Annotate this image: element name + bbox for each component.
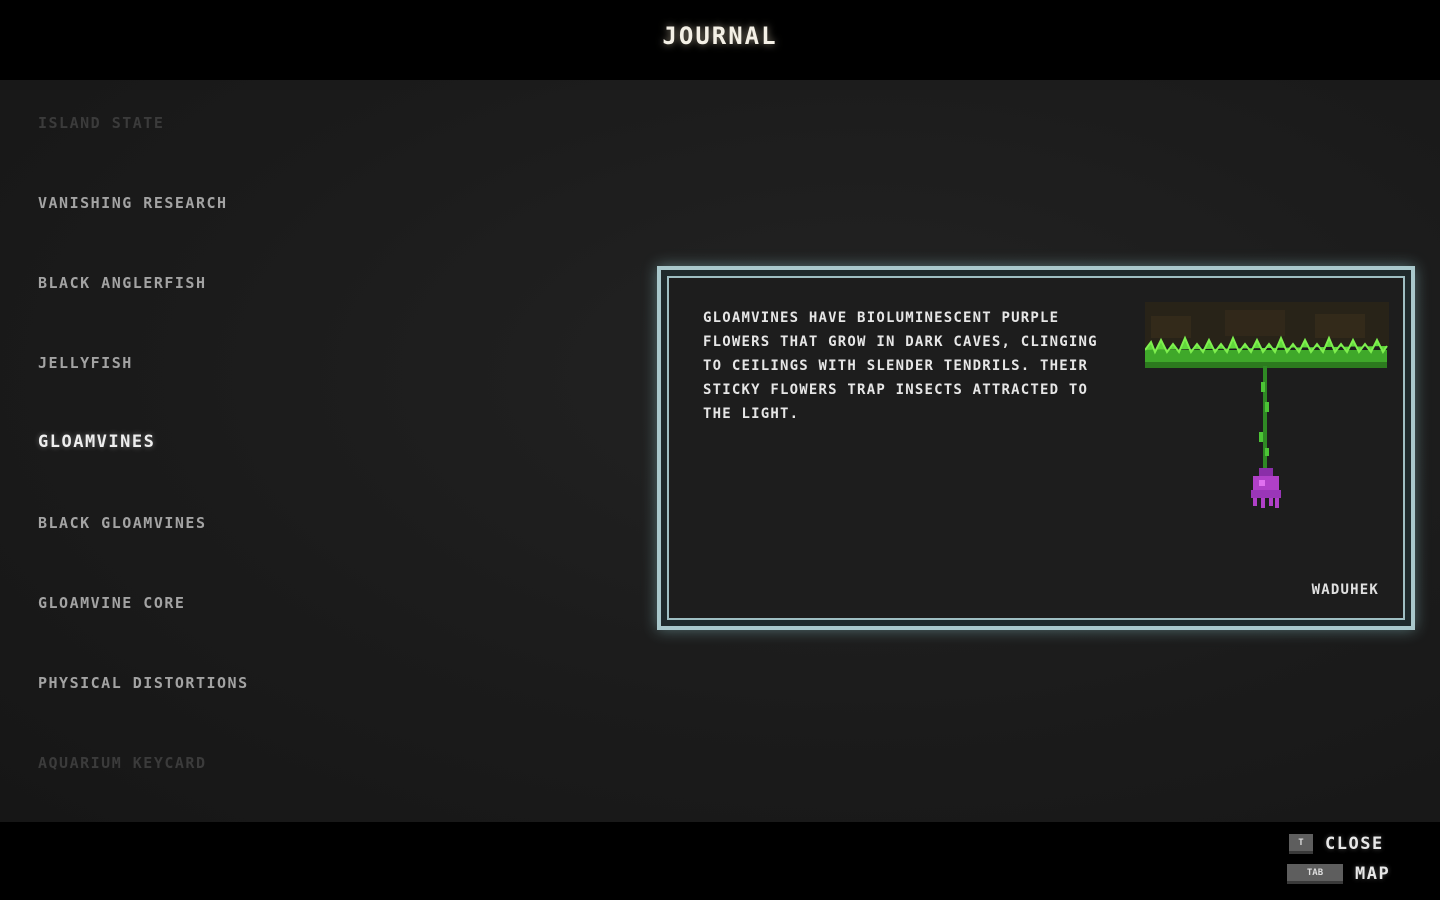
close-label: CLOSE xyxy=(1325,834,1384,854)
footer-bar xyxy=(0,822,1440,900)
close-hint[interactable]: T CLOSE xyxy=(1289,834,1384,854)
header-bar: JOURNAL xyxy=(0,0,1440,80)
nav-item-gloamvine-core[interactable]: GLOAMVINE CORE xyxy=(38,594,185,612)
nav-item-vanishing-research[interactable]: VANISHING RESEARCH xyxy=(38,194,228,212)
page-title: JOURNAL xyxy=(662,22,778,50)
nav-item-physical-distortions[interactable]: PHYSICAL DISTORTIONS xyxy=(38,674,249,692)
nav-item-gloamvines[interactable]: GLOAMVINES xyxy=(38,432,155,452)
entry-description: GLOAMVINES HAVE BIOLUMINESCENT PURPLE FL… xyxy=(703,310,1098,422)
nav-item-black-gloamvines[interactable]: BLACK GLOAMVINES xyxy=(38,514,207,532)
nav-item-island-state[interactable]: ISLAND STATE xyxy=(38,114,164,132)
map-label: MAP xyxy=(1355,864,1391,884)
gloamvine-illustration xyxy=(1144,302,1389,522)
map-hint[interactable]: TAB MAP xyxy=(1287,864,1390,884)
t-key-icon: T xyxy=(1289,834,1313,854)
nav-item-aquarium-keycard[interactable]: AQUARIUM KEYCARD xyxy=(38,754,207,772)
tab-key-icon: TAB xyxy=(1287,864,1343,884)
nav-item-black-anglerfish[interactable]: BLACK ANGLERFISH xyxy=(38,274,207,292)
journal-entry-panel: GLOAMVINES HAVE BIOLUMINESCENT PURPLE FL… xyxy=(657,266,1415,630)
entry-author: WADUHEK xyxy=(1311,582,1379,598)
nav-item-jellyfish[interactable]: JELLYFISH xyxy=(38,354,133,372)
